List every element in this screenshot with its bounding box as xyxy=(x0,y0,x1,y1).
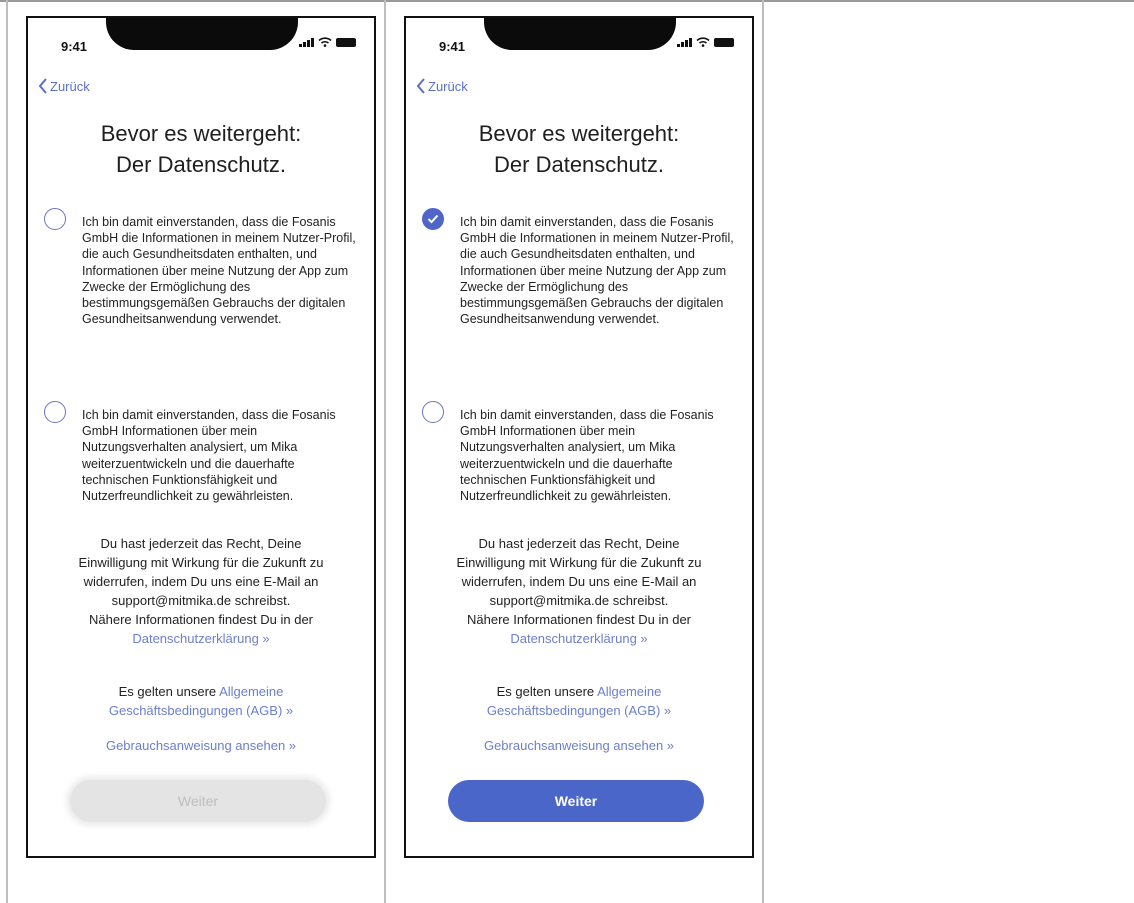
page-title-line1: Bevor es weitergeht: xyxy=(100,121,302,146)
info-line: widerrufen, indem Du uns eine E-Mail an xyxy=(461,574,697,589)
consent-item-usage-analysis: Ich bin damit einverstanden, dass die Fo… xyxy=(44,401,364,504)
info-line: Du hast jederzeit das Recht, Deine xyxy=(478,536,680,551)
page-title-line2: Der Datenschutz. xyxy=(116,152,286,177)
terms-prefix: Es gelten unsere xyxy=(118,684,220,699)
back-button[interactable]: Zurück xyxy=(416,78,468,94)
status-time: 9:41 xyxy=(439,39,466,54)
terms-link-part1[interactable]: Allgemeine xyxy=(597,684,661,699)
cellular-signal-icon xyxy=(299,37,314,47)
page-title: Bevor es weitergeht: Der Datenschutz. xyxy=(406,118,752,180)
info-line: support@mitmika.de schreibst. xyxy=(489,593,669,608)
consent-radio-usage-analysis[interactable] xyxy=(44,401,66,423)
page-title-line1: Bevor es weitergeht: xyxy=(478,121,680,146)
consent-text-profile-data: Ich bin damit einverstanden, dass die Fo… xyxy=(460,215,734,327)
terms-prefix: Es gelten unsere xyxy=(496,684,598,699)
continue-button[interactable]: Weiter xyxy=(448,780,704,822)
phone-notch xyxy=(484,18,676,50)
revocation-info: Du hast jederzeit das Recht, Deine Einwi… xyxy=(406,534,752,648)
terms-notice: Es gelten unsere Allgemeine Geschäftsbed… xyxy=(28,682,374,720)
terms-notice: Es gelten unsere Allgemeine Geschäftsbed… xyxy=(406,682,752,720)
info-line: Du hast jederzeit das Recht, Deine xyxy=(100,536,302,551)
status-time: 9:41 xyxy=(61,39,88,54)
back-label: Zurück xyxy=(428,78,468,94)
consent-item-profile-data: Ich bin damit einverstanden, dass die Fo… xyxy=(44,208,364,327)
phone-screen-checked: 9:41 Zurück Bevor es weitergeht: Der Dat… xyxy=(404,16,754,858)
back-button[interactable]: Zurück xyxy=(38,78,90,94)
info-line: widerrufen, indem Du uns eine E-Mail an xyxy=(83,574,319,589)
terms-link-part1[interactable]: Allgemeine xyxy=(219,684,283,699)
status-icons xyxy=(299,37,356,47)
grid-divider xyxy=(6,0,8,903)
chevron-left-icon xyxy=(38,78,47,94)
phone-screen-unchecked: 9:41 Zurück Bevor es weitergeht: Der Dat… xyxy=(26,16,376,858)
manual-link[interactable]: Gebrauchsanweisung ansehen » xyxy=(106,738,296,753)
consent-radio-profile-data[interactable] xyxy=(44,208,66,230)
consent-text-usage-analysis: Ich bin damit einverstanden, dass die Fo… xyxy=(460,408,714,504)
info-line: Einwilligung mit Wirkung für die Zukunft… xyxy=(78,555,324,570)
grid-top-border xyxy=(0,0,1134,2)
revocation-info: Du hast jederzeit das Recht, Deine Einwi… xyxy=(28,534,374,648)
info-line: Nähere Informationen findest Du in der xyxy=(466,612,691,627)
status-icons xyxy=(677,37,734,47)
phone-notch xyxy=(106,18,298,50)
grid-divider xyxy=(762,0,764,903)
manual-link-row: Gebrauchsanweisung ansehen » xyxy=(406,738,752,753)
back-label: Zurück xyxy=(50,78,90,94)
info-line: Nähere Informationen findest Du in der xyxy=(88,612,313,627)
chevron-left-icon xyxy=(416,78,425,94)
wifi-icon xyxy=(696,37,710,47)
privacy-policy-link[interactable]: Datenschutzerklärung » xyxy=(28,629,374,648)
battery-icon xyxy=(336,37,356,47)
consent-radio-profile-data[interactable] xyxy=(422,208,444,230)
info-line: Einwilligung mit Wirkung für die Zukunft… xyxy=(456,555,702,570)
manual-link-row: Gebrauchsanweisung ansehen » xyxy=(28,738,374,753)
consent-radio-usage-analysis[interactable] xyxy=(422,401,444,423)
checkmark-icon xyxy=(427,214,439,224)
consent-text-usage-analysis: Ich bin damit einverstanden, dass die Fo… xyxy=(82,408,336,504)
terms-link-part2[interactable]: Geschäftsbedingungen (AGB) » xyxy=(28,701,374,720)
info-line: support@mitmika.de schreibst. xyxy=(111,593,291,608)
wifi-icon xyxy=(318,37,332,47)
battery-icon xyxy=(714,37,734,47)
privacy-policy-link[interactable]: Datenschutzerklärung » xyxy=(406,629,752,648)
terms-link-part2[interactable]: Geschäftsbedingungen (AGB) » xyxy=(406,701,752,720)
page-title: Bevor es weitergeht: Der Datenschutz. xyxy=(28,118,374,180)
page-title-line2: Der Datenschutz. xyxy=(494,152,664,177)
continue-button-disabled[interactable]: Weiter xyxy=(70,780,326,822)
consent-item-profile-data: Ich bin damit einverstanden, dass die Fo… xyxy=(422,208,742,327)
manual-link[interactable]: Gebrauchsanweisung ansehen » xyxy=(484,738,674,753)
grid-divider xyxy=(384,0,386,903)
consent-text-profile-data: Ich bin damit einverstanden, dass die Fo… xyxy=(82,215,356,327)
cellular-signal-icon xyxy=(677,37,692,47)
consent-item-usage-analysis: Ich bin damit einverstanden, dass die Fo… xyxy=(422,401,742,504)
